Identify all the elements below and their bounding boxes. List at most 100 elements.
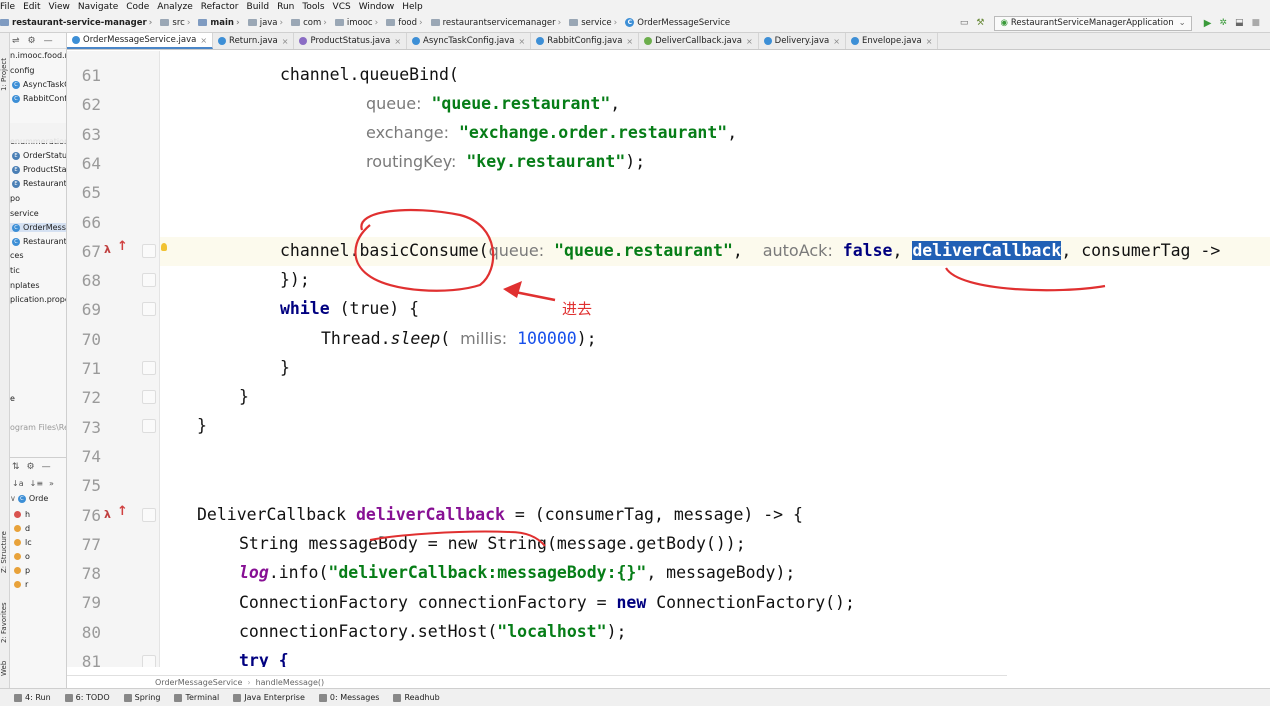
menu-item-analyze[interactable]: Analyze [157, 2, 192, 12]
structure-item[interactable]: d [10, 524, 30, 533]
structure-item[interactable]: r [10, 580, 28, 589]
breadcrumb-file[interactable]: C OrderMessageService [625, 18, 730, 28]
lightbulb-icon[interactable] [161, 243, 167, 251]
run-icon[interactable]: ▶ [1204, 18, 1212, 29]
project-tree-item[interactable]: e [10, 394, 15, 403]
menu-item-run[interactable]: Run [277, 2, 294, 12]
breadcrumb-project[interactable]: restaurant-service-manager › [0, 18, 156, 28]
structure-item[interactable]: lc [10, 538, 32, 547]
editor-tab[interactable]: ProductStatus.java × [294, 33, 408, 49]
close-icon[interactable]: × [833, 37, 840, 46]
project-tree-item[interactable]: plication.prope [10, 295, 66, 304]
more-icon[interactable]: » [49, 479, 54, 488]
close-icon[interactable]: × [394, 37, 401, 46]
breadcrumb-item[interactable]: main › [198, 18, 243, 28]
project-tree-item[interactable]: E ProductSta [10, 165, 66, 174]
menu-item-refactor[interactable]: Refactor [201, 2, 239, 12]
editor-tab[interactable]: AsyncTaskConfig.java × [407, 33, 532, 49]
fold-marker[interactable] [142, 655, 156, 667]
close-icon[interactable]: × [926, 37, 933, 46]
menu-item-code[interactable]: Code [126, 2, 149, 12]
menu-item-vcs[interactable]: VCS [333, 2, 351, 12]
project-tree-item[interactable]: po [10, 194, 20, 203]
project-tree-item[interactable]: nplates [10, 281, 40, 290]
fold-marker[interactable] [142, 390, 156, 404]
editor-tab[interactable]: OrderMessageService.java × [67, 33, 214, 49]
tool-window-button[interactable]: Java Enterprise [233, 693, 305, 702]
project-tree-item[interactable]: service [10, 209, 39, 218]
structure-item[interactable]: p [10, 566, 30, 575]
crumb-method[interactable]: handleMessage() [256, 678, 325, 687]
run-config-select[interactable]: ◉ RestaurantServiceManagerApplication ⌄ [994, 15, 1192, 31]
project-tree-item[interactable]: CRestaurantServ [10, 237, 66, 246]
debug-icon[interactable]: ✲ [1219, 18, 1227, 28]
breadcrumb-item[interactable]: com › [291, 18, 331, 28]
menu-item-navigate[interactable]: Navigate [78, 2, 118, 12]
editor-tab[interactable]: RabbitConfig.java × [531, 33, 640, 49]
breadcrumb-item[interactable]: java › [247, 18, 287, 28]
sort-visibility-icon[interactable]: ↓≡ [30, 479, 43, 488]
breadcrumb-item[interactable]: food › [386, 18, 426, 28]
build-hammer-icon[interactable]: ⚒ [976, 18, 984, 28]
breadcrumb-item[interactable]: restaurantservicemanager › [430, 18, 566, 28]
menu-item-help[interactable]: Help [402, 2, 423, 12]
close-icon[interactable]: × [626, 37, 633, 46]
menu-item-view[interactable]: View [49, 2, 70, 12]
fold-marker[interactable] [142, 244, 156, 258]
project-tree-item[interactable]: C RabbitConf [10, 94, 66, 103]
project-tree-item[interactable]: C AsyncTaskC [10, 80, 66, 89]
override-up-arrow-icon[interactable]: ↑ [117, 239, 128, 254]
project-tool-button[interactable]: 1: Project [0, 41, 10, 91]
crumb-class[interactable]: OrderMessageService [155, 678, 242, 687]
project-tree-item[interactable]: ogram Files\Re [10, 423, 66, 432]
tool-window-button[interactable]: 4: Run [14, 693, 51, 702]
structure-tool-button[interactable]: Z: Structure [0, 513, 10, 573]
editor-tab[interactable]: Return.java × [213, 33, 295, 49]
menu-item-edit[interactable]: Edit [23, 2, 40, 12]
editor-tab[interactable]: Delivery.java × [759, 33, 846, 49]
fold-marker[interactable] [142, 419, 156, 433]
structure-item[interactable]: h [10, 510, 30, 519]
sync-icon[interactable]: ⇌ [12, 36, 20, 46]
lambda-icon[interactable]: λ [104, 508, 116, 522]
close-icon[interactable]: × [282, 37, 289, 46]
tool-window-button[interactable]: Readhub [393, 693, 440, 702]
expand-icon[interactable]: ⇅ [12, 462, 20, 472]
close-icon[interactable]: × [519, 37, 526, 46]
menu-item-file[interactable]: File [0, 2, 15, 12]
editor-tab[interactable]: Envelope.java × [846, 33, 939, 49]
fold-marker[interactable] [142, 508, 156, 522]
project-tree-item[interactable]: C OrderMess [10, 223, 66, 232]
structure-item[interactable]: o [10, 552, 30, 561]
coverage-icon[interactable]: ⬓ [1235, 18, 1244, 28]
lambda-icon[interactable]: λ [104, 243, 116, 257]
tool-window-button[interactable]: 6: TODO [64, 693, 110, 702]
project-tree-item[interactable]: n.imooc.food.r [10, 51, 66, 60]
editor-tab[interactable]: DeliverCallback.java × [639, 33, 759, 49]
override-up-arrow-icon[interactable]: ↑ [117, 504, 128, 519]
stop-icon[interactable]: ■ [1251, 18, 1260, 28]
project-tree-item[interactable]: config [10, 66, 34, 75]
menu-item-build[interactable]: Build [247, 2, 270, 12]
breadcrumb-item[interactable]: src › [160, 18, 194, 28]
project-tree-item[interactable]: ces [10, 251, 24, 260]
minimize-icon[interactable]: — [42, 462, 51, 472]
gear-icon[interactable]: ⚙ [27, 462, 35, 472]
code-editor[interactable]: 61 62 63 64 65 66 67 68 69 70 71 72 73 74 75 76 77 78 79 80… [67, 51, 1270, 667]
tool-window-button[interactable]: 0: Messages [318, 693, 379, 702]
close-icon[interactable]: × [746, 37, 753, 46]
fold-marker[interactable] [142, 302, 156, 316]
fold-marker[interactable] [142, 273, 156, 287]
breadcrumb-item[interactable]: imooc › [334, 18, 382, 28]
tool-window-button[interactable]: Spring [123, 693, 160, 702]
project-tree-item[interactable]: E Restaurant [10, 179, 66, 188]
fold-marker[interactable] [142, 361, 156, 375]
breadcrumb-item[interactable]: service › [569, 18, 621, 28]
project-tree-item[interactable]: E OrderStatu [10, 151, 66, 160]
tool-window-button[interactable]: Terminal [174, 693, 219, 702]
close-icon[interactable]: × [200, 36, 207, 45]
favorites-tool-button[interactable]: 2: Favorites [0, 588, 10, 643]
minimize-icon[interactable]: — [44, 36, 53, 46]
layout-icon[interactable]: ▭ [960, 18, 969, 28]
menu-item-window[interactable]: Window [359, 2, 395, 12]
